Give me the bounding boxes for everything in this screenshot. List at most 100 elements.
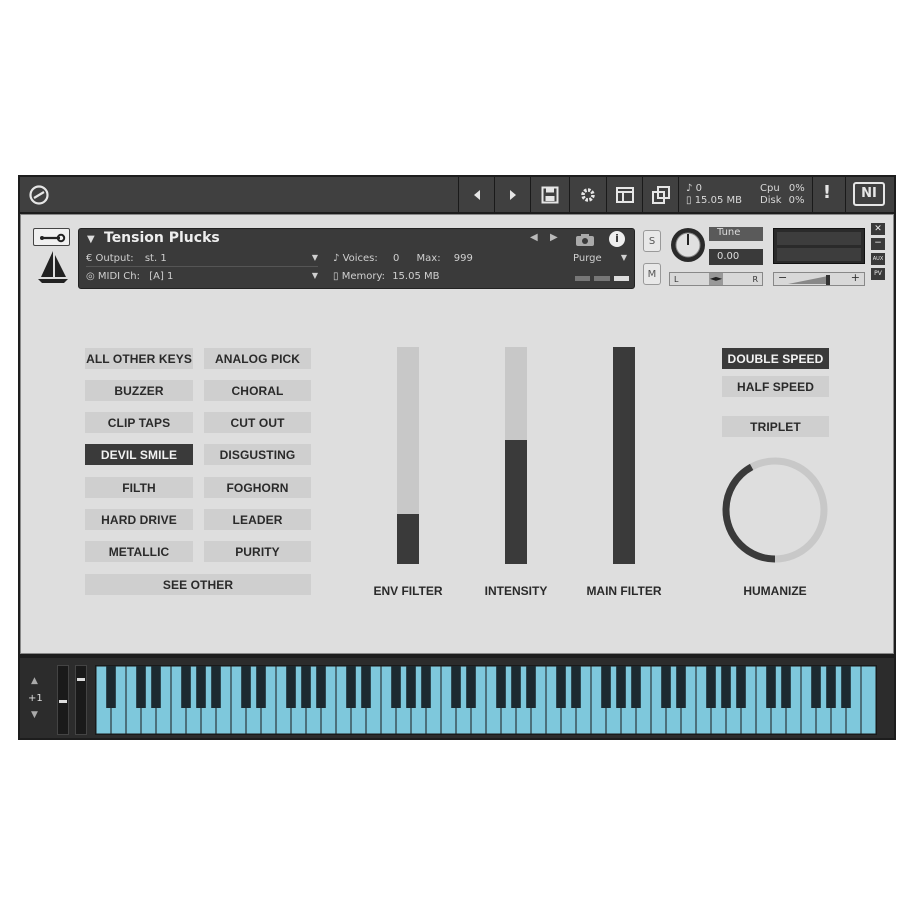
aux-button[interactable]: AUX [871,253,885,265]
black-key[interactable] [811,666,821,708]
pan-slider[interactable]: L ◄► R [669,272,763,286]
main-filter-slider[interactable] [613,347,635,564]
black-key[interactable] [766,666,776,708]
black-key[interactable] [421,666,431,708]
output-row[interactable]: € Output: st. 1 ▼ [86,253,318,267]
white-key[interactable] [860,665,877,735]
black-key[interactable] [451,666,461,708]
black-key[interactable] [496,666,506,708]
preset-choral[interactable]: CHORAL [204,380,311,401]
instrument-name[interactable]: Tension Plucks [104,230,304,246]
black-key[interactable] [631,666,641,708]
black-key[interactable] [286,666,296,708]
ni-logo[interactable]: NI [853,182,885,206]
black-key[interactable] [841,666,851,708]
next-arrow-button[interactable] [496,180,529,209]
level-meter [773,228,865,264]
black-key[interactable] [676,666,686,708]
camera-icon[interactable] [575,232,595,246]
black-key[interactable] [616,666,626,708]
black-key[interactable] [466,666,476,708]
black-key[interactable] [571,666,581,708]
black-key[interactable] [601,666,611,708]
octave-up-icon[interactable]: ▲ [31,676,38,686]
midi-value: [A] 1 [149,271,174,282]
tune-label: Tune [709,227,763,241]
black-key[interactable] [151,666,161,708]
black-key[interactable] [391,666,401,708]
black-key[interactable] [196,666,206,708]
preset-filth[interactable]: FILTH [85,477,193,498]
black-key[interactable] [556,666,566,708]
piano-keyboard[interactable] [95,665,877,735]
tune-value[interactable]: 0.00 [709,249,763,265]
max-value[interactable]: 999 [454,253,473,264]
kontakt-logo-icon[interactable] [28,184,50,206]
preset-analog-pick[interactable]: ANALOG PICK [204,348,311,369]
humanize-knob[interactable] [720,455,830,565]
black-key[interactable] [661,666,671,708]
black-key[interactable] [181,666,191,708]
black-key[interactable] [781,666,791,708]
black-key[interactable] [256,666,266,708]
preset-foghorn[interactable]: FOGHORN [204,477,311,498]
wrench-button[interactable] [33,228,70,246]
black-key[interactable] [706,666,716,708]
black-key[interactable] [511,666,521,708]
black-key[interactable] [106,666,116,708]
triplet-button[interactable]: TRIPLET [722,416,829,437]
midi-row[interactable]: ◎ MIDI Ch: [A] 1 ▼ [86,271,318,285]
close-icon[interactable]: ✕ [871,223,885,235]
black-key[interactable] [346,666,356,708]
preset-cut-out[interactable]: CUT OUT [204,412,311,433]
prev-arrow-button[interactable] [460,180,493,209]
purge-dropdown[interactable]: Purge ▼ [573,253,629,267]
pitch-wheel[interactable] [57,665,69,735]
black-key[interactable] [136,666,146,708]
mod-wheel[interactable] [75,665,87,735]
pan-right-label: R [752,275,758,284]
info-icon[interactable]: i [609,231,625,247]
layout-icon[interactable] [608,180,641,209]
gear-icon[interactable] [571,180,605,209]
alert-button[interactable]: ! [818,182,836,208]
header-next-icon[interactable]: ▶ [550,232,558,243]
pv-button[interactable]: PV [871,268,885,280]
black-key[interactable] [406,666,416,708]
black-key[interactable] [211,666,221,708]
preset-purity[interactable]: PURITY [204,541,311,562]
preset-buzzer[interactable]: BUZZER [85,380,193,401]
preset-devil-smile[interactable]: DEVIL SMILE [85,444,193,465]
env-filter-label: ENV FILTER [373,584,443,598]
preset-clip-taps[interactable]: CLIP TAPS [85,412,193,433]
save-icon[interactable] [532,180,568,209]
preset-metallic[interactable]: METALLIC [85,541,193,562]
preset-hard-drive[interactable]: HARD DRIVE [85,509,193,530]
volume-slider[interactable]: − + [773,271,865,286]
black-key[interactable] [361,666,371,708]
black-key[interactable] [316,666,326,708]
half-speed-button[interactable]: HALF SPEED [722,376,829,397]
octave-down-icon[interactable]: ▼ [31,710,38,720]
env-filter-slider[interactable] [397,347,419,564]
black-key[interactable] [721,666,731,708]
header-menu-arrow-icon[interactable]: ▼ [87,234,95,245]
intensity-slider[interactable] [505,347,527,564]
disk-value: 0% [788,195,805,206]
preset-disgusting[interactable]: DISGUSTING [204,444,311,465]
black-key[interactable] [241,666,251,708]
tune-knob[interactable] [669,226,707,264]
mute-button[interactable]: M [643,263,661,285]
preset-leader[interactable]: LEADER [204,509,311,530]
double-speed-button[interactable]: DOUBLE SPEED [722,348,829,369]
black-key[interactable] [826,666,836,708]
header-prev-icon[interactable]: ◀ [530,232,538,243]
black-key[interactable] [526,666,536,708]
solo-button[interactable]: S [643,230,661,252]
resize-view-icon[interactable] [644,180,677,209]
preset-all-other-keys[interactable]: ALL OTHER KEYS [85,348,193,369]
see-other-button[interactable]: SEE OTHER [85,574,311,595]
black-key[interactable] [301,666,311,708]
minimize-icon[interactable]: − [871,238,885,250]
black-key[interactable] [736,666,746,708]
